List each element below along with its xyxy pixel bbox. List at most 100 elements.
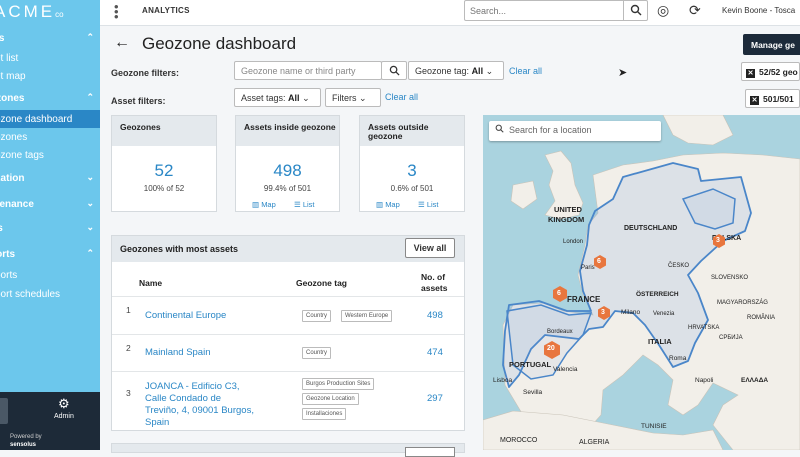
column-header-assets: No. of assets <box>421 272 448 293</box>
chevron-down-icon: ⌄ <box>485 66 494 76</box>
next-card-header <box>111 443 465 457</box>
manage-geozones-button[interactable]: Manage ge <box>743 34 800 55</box>
tag-badge: Geozone Location <box>302 393 359 405</box>
sidebar-item-asset-map[interactable]: et map <box>0 67 100 85</box>
asset-count[interactable]: 474 <box>427 347 443 358</box>
sidebar-footer: ⚙ Admin Powered by sensolus <box>0 392 100 450</box>
section-title: ANALYTICS <box>142 6 190 15</box>
sidebar-section-assets[interactable]: ets⌃ <box>0 27 100 49</box>
geozone-map[interactable]: UNITED KINGDOM DEUTSCHLAND POLSKA ČESKO … <box>483 115 800 450</box>
cluster-count[interactable]: 3 <box>716 237 720 244</box>
row-number: 2 <box>126 343 131 353</box>
geozone-filters-label: Geozone filters: <box>111 68 180 78</box>
clear-all-asset-link[interactable]: Clear all <box>385 92 418 102</box>
filters-dropdown[interactable]: Filters ⌄ <box>325 88 381 107</box>
global-search <box>464 0 648 21</box>
geozone-name-link[interactable]: JOANCA - Edificio C3, Calle Condado de T… <box>145 381 255 429</box>
card-value: 52 <box>154 161 174 180</box>
search-input[interactable] <box>470 4 620 18</box>
list-link[interactable]: ☰ List <box>294 200 315 209</box>
sidebar-section-reports[interactable]: ports⌃ <box>0 243 100 265</box>
sidebar-item-geozone-dashboard[interactable]: ozone dashboard <box>0 110 100 128</box>
main-content: ← Geozone dashboard Manage ge Geozone fi… <box>100 26 800 457</box>
view-all-button[interactable] <box>405 447 455 457</box>
table-row[interactable]: 2 Mainland Spain Country 474 <box>112 334 464 371</box>
sidebar-item-report-schedules[interactable]: port schedules <box>0 285 100 303</box>
map-search-input[interactable]: Search for a location <box>489 121 661 141</box>
list-link[interactable]: ☰ List <box>418 200 439 209</box>
powered-by: Powered by sensolus <box>10 434 42 448</box>
card-value: 498 <box>273 161 302 180</box>
map-link[interactable]: ▥ Map <box>376 200 400 209</box>
sidebar-section-alerts[interactable]: rts⌄ <box>0 217 100 239</box>
view-all-button[interactable]: View all <box>405 238 455 258</box>
chevron-up-icon: ⌃ <box>86 92 94 102</box>
card-title: Assets outside geozone <box>360 116 464 146</box>
clear-all-geozone-link[interactable]: Clear all <box>509 66 542 76</box>
tag-badge: Western Europe <box>341 310 393 322</box>
cluster-count[interactable]: 20 <box>547 345 555 352</box>
table-row[interactable]: 1 Continental Europe Country Western Eur… <box>112 296 464 334</box>
user-name[interactable]: Kevin Boone - Tosca <box>722 6 795 15</box>
close-icon[interactable]: ✕ <box>750 96 759 105</box>
assets-outside-card: Assets outside geozone 3 0.6% of 501 ▥ M… <box>359 115 465 212</box>
assets-inside-card: Assets inside geozone 498 99.4% of 501 ▥… <box>235 115 340 212</box>
chevron-up-icon: ⌃ <box>86 248 94 258</box>
tag-badge: Burgos Production Sites <box>302 378 375 390</box>
geozone-search-button[interactable] <box>381 61 407 80</box>
sidebar-item-geozones[interactable]: ozones <box>0 128 100 146</box>
asset-count[interactable]: 498 <box>427 310 443 321</box>
chevron-down-icon: ⌄ <box>86 198 94 208</box>
support-icon[interactable]: ◎ <box>657 2 669 19</box>
tag-badge: Country <box>302 310 332 322</box>
geozone-name-link[interactable]: Mainland Spain <box>145 347 285 359</box>
search-button[interactable] <box>623 1 647 20</box>
cluster-count[interactable]: 6 <box>557 290 561 297</box>
table-row[interactable]: 3 JOANCA - Edificio C3, Calle Condado de… <box>112 371 464 430</box>
geozone-name-link[interactable]: Continental Europe <box>145 310 285 322</box>
chevron-down-icon: ⌄ <box>86 172 94 182</box>
cluster-count[interactable]: 3 <box>601 309 605 316</box>
map-link[interactable]: ▥ Map <box>252 200 276 209</box>
sidebar-item-asset-list[interactable]: et list <box>0 49 100 67</box>
sidebar-item-reports[interactable]: ports <box>0 266 100 284</box>
card-percentage: 99.4% of 501 <box>263 184 312 193</box>
tag-badge: Country <box>302 347 332 359</box>
admin-label[interactable]: Admin <box>54 413 74 420</box>
list-icon: ☰ <box>418 200 425 209</box>
sidebar-section-maintenance[interactable]: ntenance⌄ <box>0 193 100 215</box>
sidebar-section-utilization[interactable]: lization⌄ <box>0 167 100 189</box>
geozones-table: Geozones with most assets View all Name … <box>111 235 465 431</box>
chevron-down-icon: ⌄ <box>302 93 310 103</box>
cluster-count[interactable]: 6 <box>597 258 601 265</box>
gear-icon[interactable]: ⚙ <box>58 396 70 412</box>
collapse-button[interactable] <box>0 398 8 424</box>
card-percentage: 100% of 52 <box>143 184 185 193</box>
menu-dots-icon[interactable]: • • • <box>114 0 119 23</box>
table-title: Geozones with most assets <box>120 244 239 254</box>
tag-badge: Installaciones <box>302 408 347 420</box>
card-value: 3 <box>407 161 417 180</box>
acme-logo: ACMEco <box>0 2 64 21</box>
search-icon <box>389 65 400 76</box>
chevron-up-icon: ⌃ <box>86 32 94 42</box>
table-header: Geozones with most assets View all <box>112 236 464 262</box>
geozone-search-input[interactable]: Geozone name or third party <box>234 61 382 80</box>
map-icon: ▥ <box>252 200 260 209</box>
refresh-icon[interactable]: ⟳ <box>689 2 701 19</box>
asset-count[interactable]: 297 <box>427 393 443 404</box>
row-number: 3 <box>126 388 131 398</box>
asset-filters-label: Asset filters: <box>111 96 166 106</box>
asset-tags-dropdown[interactable]: Asset tags: All ⌄ <box>234 88 321 107</box>
geozones-card: Geozones 52 100% of 52 <box>111 115 217 212</box>
geozone-count-chip[interactable]: ✕ 52/52 geo <box>741 62 800 81</box>
sidebar-section-geozones[interactable]: ozones⌃ <box>0 87 100 109</box>
geozone-tag-dropdown[interactable]: Geozone tag: All ⌄ <box>408 61 504 80</box>
chevron-down-icon: ⌄ <box>86 222 94 232</box>
asset-count-chip[interactable]: ✕ 501/501 <box>745 89 800 108</box>
search-icon <box>495 124 504 135</box>
back-arrow-icon[interactable]: ← <box>114 34 130 52</box>
column-header-name: Name <box>139 278 163 288</box>
sidebar-item-geozone-tags[interactable]: ozone tags <box>0 146 100 164</box>
close-icon[interactable]: ✕ <box>746 69 755 78</box>
